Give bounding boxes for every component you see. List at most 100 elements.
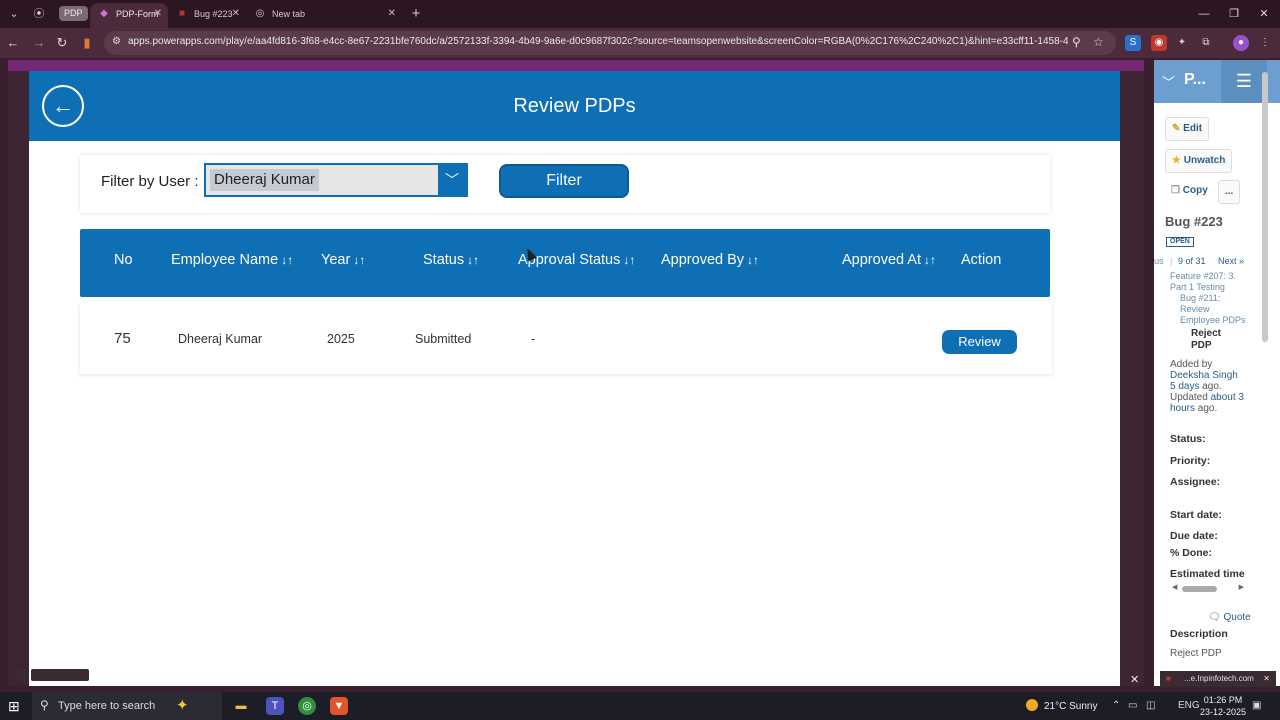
close-window-icon[interactable]: ✕ — [1254, 5, 1274, 23]
edit-button[interactable]: ✎ Edit — [1165, 117, 1210, 141]
column-header-employee-name[interactable]: Employee Name ↓↑ — [171, 252, 293, 268]
chrome-icon[interactable]: ◎ — [298, 697, 316, 715]
close-icon[interactable]: ✕ — [1263, 671, 1270, 687]
close-icon[interactable]: ✕ — [1130, 673, 1139, 686]
tab-group-pill[interactable]: PDP — [59, 6, 88, 21]
reading-list-icon[interactable]: ▮ — [78, 34, 96, 52]
tab-bug-223[interactable]: ■ Bug #223 ✕ — [168, 3, 246, 28]
app-header: ← Review PDPs — [29, 71, 1120, 141]
quote-link[interactable]: 🗨 Quote — [1208, 612, 1251, 623]
field-status: Status: — [1170, 433, 1206, 445]
chevron-down-icon[interactable]: ﹀ — [438, 165, 466, 195]
tray-chevron-up-icon[interactable]: ⌃ — [1112, 700, 1120, 711]
windows-taskbar: ⊞ ⚲ Type here to search ✦ ▬ T ◎ ▼ 21°C S… — [0, 692, 1280, 720]
column-header-action: Action — [961, 252, 1002, 268]
teams-icon[interactable]: T — [266, 697, 284, 715]
new-tab-icon[interactable]: + — [406, 4, 426, 24]
record-icon[interactable]: ⦿ — [29, 4, 49, 24]
issue-history: Added by Deeksha Singh 5 days ago. Updat… — [1170, 359, 1260, 414]
close-tab-icon[interactable]: ✕ — [154, 3, 162, 25]
extension-icon[interactable]: ◉ — [1151, 35, 1167, 51]
copy-button[interactable]: ❐ Copy — [1165, 180, 1214, 204]
copy-icon: ❐ — [1171, 185, 1180, 196]
sort-icon[interactable]: ↓↑ — [623, 253, 635, 267]
extension-icon[interactable]: ✦ — [1174, 35, 1190, 51]
chevron-down-icon[interactable]: ﹀ — [1162, 72, 1175, 91]
review-button[interactable]: Review — [942, 330, 1017, 354]
parent-bug-link[interactable]: Bug #211: Review Employee PDPs — [1180, 293, 1250, 326]
unwatch-button[interactable]: ★ Unwatch — [1165, 149, 1233, 173]
scrollbar-thumb[interactable] — [1182, 586, 1217, 592]
parent-feature-link[interactable]: Feature #207: 3. Part 1 Testing — [1170, 271, 1250, 293]
table-header: No Employee Name ↓↑ Year ↓↑ Status ↓↑ Appro… — [80, 229, 1050, 297]
more-actions-button[interactable]: ... — [1218, 180, 1241, 204]
column-label: Year — [321, 252, 351, 268]
author-link[interactable]: Deeksha Singh — [1170, 370, 1238, 381]
taskbar-clock[interactable]: 01:26 PM 23-12-2025 — [1200, 694, 1246, 718]
back-nav-icon[interactable]: ← — [4, 34, 22, 52]
sort-icon[interactable]: ↓↑ — [281, 253, 293, 267]
tab-new-tab[interactable]: ◎ New tab ✕ — [246, 3, 402, 28]
cell-no: 75 — [114, 330, 131, 347]
scroll-left-icon[interactable]: ◀ — [1172, 583, 1177, 591]
column-header-year[interactable]: Year ↓↑ — [321, 252, 365, 268]
language-indicator[interactable]: ENG — [1178, 700, 1200, 711]
copy-label: Copy — [1182, 185, 1208, 196]
side-panel-scrollbar[interactable] — [1262, 72, 1268, 342]
cell-year: 2025 — [327, 332, 355, 346]
tab-pdp-form[interactable]: ◆ PDP-Form ✕ — [90, 3, 168, 28]
notification-bar[interactable]: ■ ...e.Inpinfotech.com ✕ — [1160, 671, 1276, 687]
user-dropdown-value[interactable]: Dheeraj Kumar — [210, 169, 319, 191]
sort-icon[interactable]: ↓↑ — [353, 253, 365, 267]
cell-status: Submitted — [415, 332, 472, 346]
tray-icon[interactable]: ▭ — [1128, 700, 1137, 711]
windows-start-icon[interactable]: ⊞ — [8, 698, 20, 715]
notifications-icon[interactable]: ▣ — [1252, 700, 1261, 711]
updated-suffix: ago. — [1197, 403, 1218, 414]
scroll-right-icon[interactable]: ▶ — [1239, 583, 1244, 591]
url-text[interactable]: apps.powerapps.com/play/e/aa4fd816-3f68-… — [128, 36, 1068, 47]
notification-text: ...e.Inpinfotech.com — [1184, 674, 1254, 683]
network-icon[interactable]: ◫ — [1146, 700, 1155, 711]
sort-icon[interactable]: ↓↑ — [747, 253, 759, 267]
file-explorer-icon[interactable]: ▬ — [232, 697, 250, 715]
horizontal-scrollbar[interactable]: ◀ ▶ — [1172, 583, 1244, 593]
minimize-icon[interactable]: — — [1194, 5, 1214, 23]
extension-icon[interactable]: S — [1125, 35, 1141, 51]
app-status-strip — [31, 669, 89, 681]
bookmark-star-icon[interactable]: ☆ — [1093, 35, 1104, 49]
filter-label: Filter by User : — [101, 173, 199, 190]
omnibox[interactable]: ⚙ apps.powerapps.com/play/e/aa4fd816-3f6… — [104, 31, 1116, 55]
tab-title: Bug #223 — [194, 9, 233, 19]
close-tab-icon[interactable]: ✕ — [232, 3, 240, 25]
site-info-icon[interactable]: ⚙ — [112, 36, 121, 47]
browser-menu-icon[interactable]: ⋮ — [1257, 35, 1273, 51]
extensions-puzzle-icon[interactable]: ⧉ — [1198, 35, 1214, 51]
forward-nav-icon[interactable]: → — [30, 34, 48, 52]
app-icon: ■ — [1166, 674, 1171, 683]
close-tab-icon[interactable]: ✕ — [388, 3, 396, 25]
sort-icon[interactable]: ↓↑ — [467, 253, 479, 267]
taskbar-search[interactable]: ⚲ Type here to search ✦ — [32, 692, 222, 720]
column-header-status[interactable]: Status ↓↑ — [423, 252, 479, 268]
column-header-approved-by[interactable]: Approved By ↓↑ — [661, 252, 759, 268]
restore-icon[interactable]: ❐ — [1224, 5, 1244, 23]
user-dropdown[interactable]: Dheeraj Kumar ﹀ — [204, 163, 468, 197]
filter-button[interactable]: Filter — [499, 164, 629, 198]
weather-widget[interactable]: 21°C Sunny — [1026, 699, 1097, 712]
reload-icon[interactable]: ↻ — [53, 34, 71, 52]
star-icon: ★ — [1172, 155, 1181, 166]
brave-icon[interactable]: ▼ — [330, 697, 348, 715]
created-ago-link[interactable]: 5 days — [1170, 381, 1199, 392]
zoom-icon[interactable]: ⚲ — [1072, 35, 1081, 49]
tab-search-chevron-icon[interactable]: ⌄ — [4, 4, 24, 24]
app-corner-control[interactable] — [14, 669, 26, 681]
column-label: Employee Name — [171, 252, 279, 268]
tab-title: PDP-Form — [116, 9, 159, 19]
previous-link[interactable]: us — [1154, 256, 1164, 266]
sort-icon[interactable]: ↓↑ — [924, 253, 936, 267]
next-link[interactable]: Next » — [1218, 256, 1244, 266]
profile-avatar-icon[interactable]: ● — [1233, 35, 1249, 51]
column-header-approved-at[interactable]: Approved At ↓↑ — [842, 252, 936, 268]
hamburger-menu-icon[interactable]: ☰ — [1221, 60, 1267, 103]
